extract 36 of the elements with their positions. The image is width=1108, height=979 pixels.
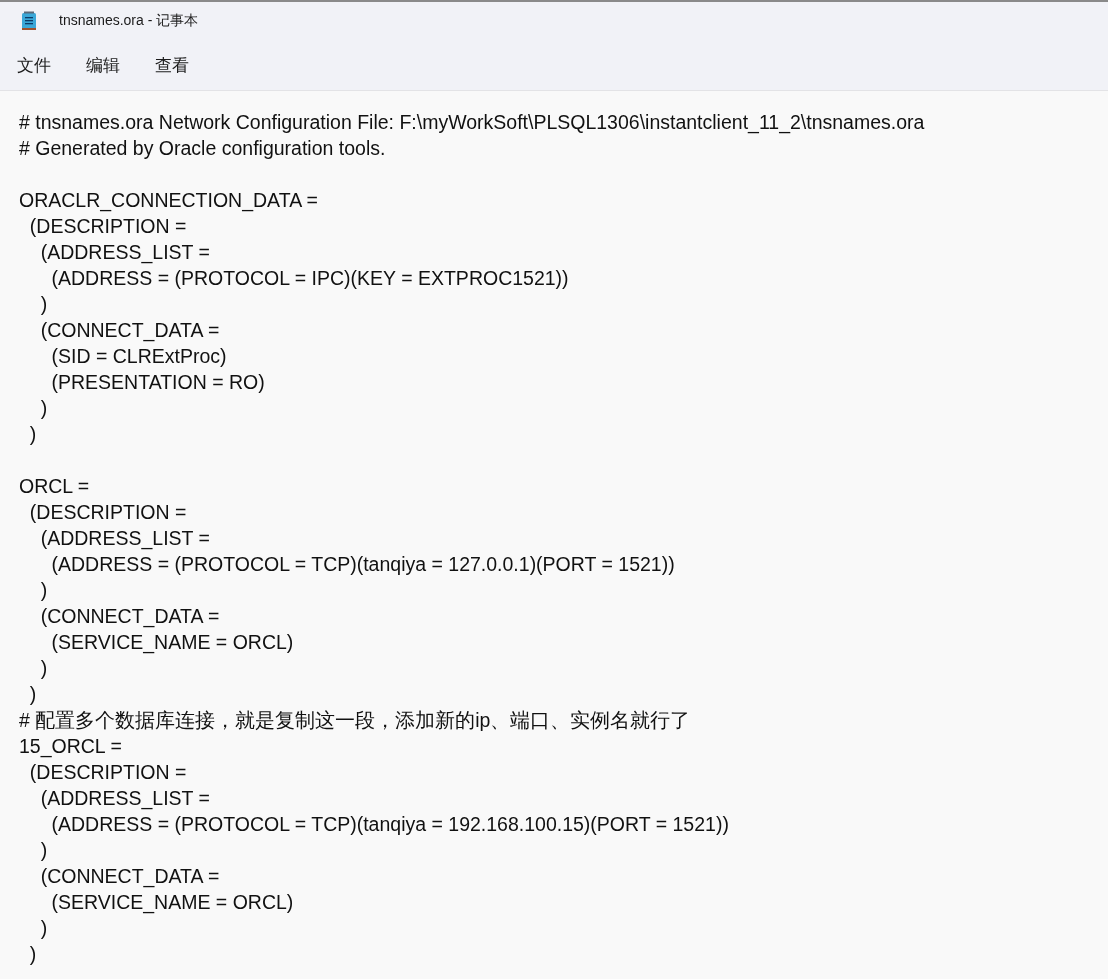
- text-line: (SID = CLRExtProc): [50, 344, 227, 369]
- text-line: ORCL =: [19, 474, 90, 499]
- text-line: # Generated by Oracle configuration tools.: [19, 136, 386, 161]
- text-line: (ADDRESS_LIST =: [39, 786, 210, 811]
- text-line: (SERVICE_NAME = ORCL): [50, 890, 294, 915]
- window-title: tnsnames.ora - 记事本: [59, 12, 199, 30]
- text-line: ): [28, 682, 37, 707]
- text-line: ): [39, 838, 48, 863]
- menu-item[interactable]: 查看: [145, 49, 199, 81]
- menu-item[interactable]: 文件: [7, 49, 61, 81]
- text-line: (DESCRIPTION =: [28, 500, 187, 525]
- text-line: # 配置多个数据库连接，就是复制这一段，添加新的ip、端口、实例名就行了: [19, 708, 691, 733]
- text-line: (SERVICE_NAME = ORCL): [50, 630, 294, 655]
- text-line: (ADDRESS = (PROTOCOL = TCP)(tanqiya = 127.0.0.1)(PORT = 1521)): [50, 552, 675, 577]
- text-line: (ADDRESS = (PROTOCOL = IPC)(KEY = EXTPROC1521)): [50, 266, 569, 291]
- text-line: (DESCRIPTION =: [28, 214, 187, 239]
- notepad-icon: [21, 11, 37, 31]
- text-line: (ADDRESS_LIST =: [39, 240, 210, 265]
- text-line: ): [39, 916, 48, 941]
- text-line: ): [39, 292, 48, 317]
- text-line: 15_ORCL =: [19, 734, 122, 759]
- text-line: ): [39, 578, 48, 603]
- text-line: (CONNECT_DATA =: [39, 604, 220, 629]
- text-line: ): [39, 656, 48, 681]
- text-line: ): [39, 396, 48, 421]
- text-line: ): [28, 422, 37, 447]
- text-line: (ADDRESS_LIST =: [39, 526, 210, 551]
- text-line: (ADDRESS = (PROTOCOL = TCP)(tanqiya = 192.168.100.15)(PORT = 1521)): [50, 812, 729, 837]
- text-line: # tnsnames.ora Network Configuration File: F:\myWorkSoft\PLSQL1306\instantclient_11_2\tnsnames.ora: [19, 110, 925, 135]
- text-line: (DESCRIPTION =: [28, 760, 187, 785]
- text-line: ORACLR_CONNECTION_DATA =: [19, 188, 318, 213]
- menu-item[interactable]: 编辑: [76, 49, 130, 81]
- text-line: ): [28, 942, 37, 967]
- text-line: (CONNECT_DATA =: [39, 318, 220, 343]
- text-line: (PRESENTATION = RO): [50, 370, 265, 395]
- text-line: (CONNECT_DATA =: [39, 864, 220, 889]
